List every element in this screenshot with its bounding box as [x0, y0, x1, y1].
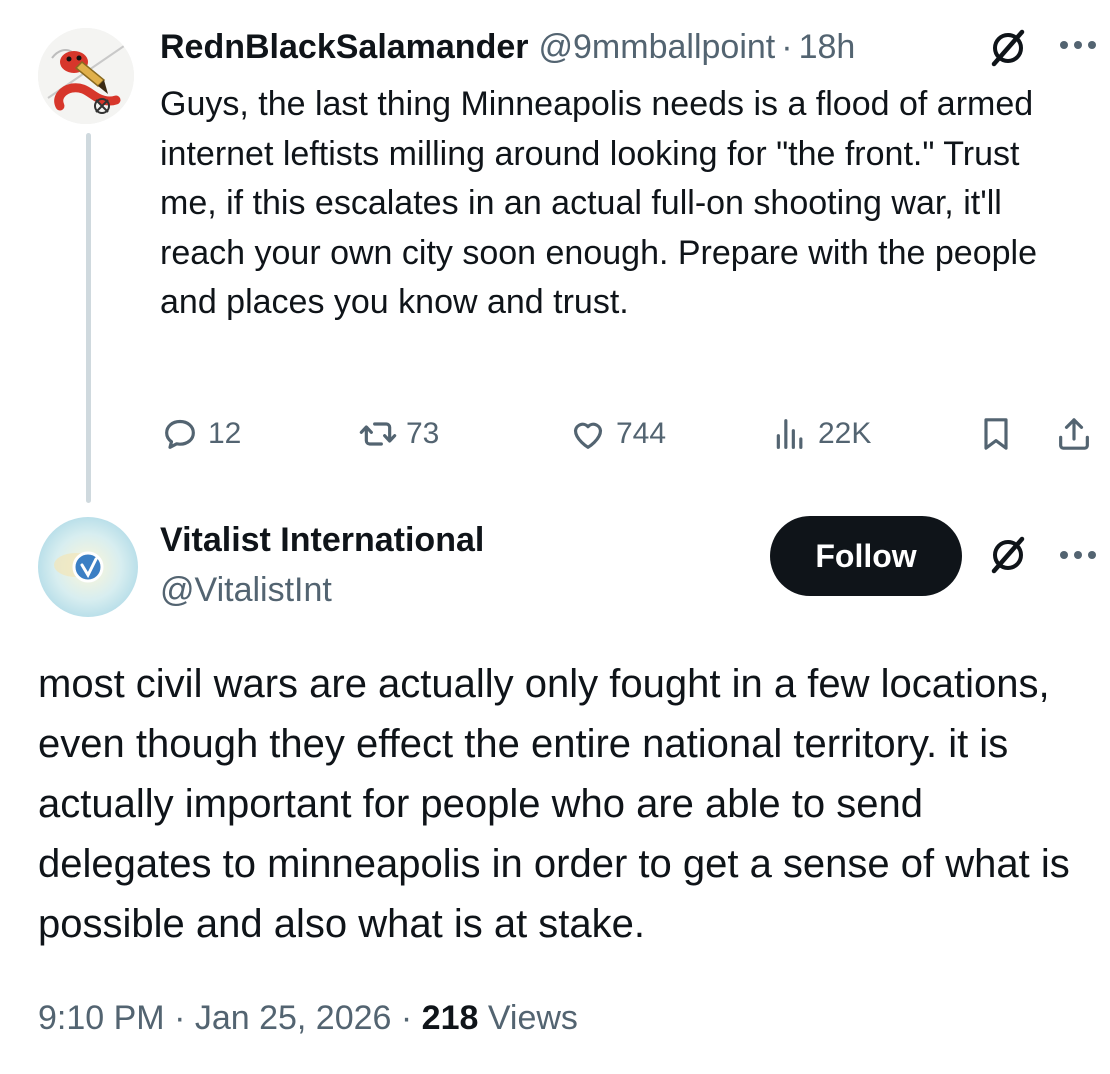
tweet-views-count: 218 [421, 999, 479, 1037]
more-icon[interactable] [1056, 34, 1100, 56]
avatar-rednblacksalamander[interactable] [38, 28, 134, 124]
main-display-name[interactable]: Vitalist International [160, 518, 484, 562]
like-button[interactable]: 744 [568, 412, 666, 456]
thread-connector-line [86, 133, 91, 503]
vitalist-avatar-image [38, 517, 138, 617]
reply-icon [165, 419, 195, 449]
main-tweet-text: most civil wars are actually only fought… [38, 662, 1070, 946]
views-count: 22K [818, 417, 872, 450]
parent-handle[interactable]: @9mmballpoint [539, 28, 776, 67]
repost-count: 73 [406, 417, 440, 450]
parent-action-bar: 12 73 744 22K [160, 412, 1100, 456]
tweet-views-label: Views [478, 999, 578, 1037]
reply-button[interactable]: 12 [160, 412, 241, 456]
repost-icon [359, 422, 397, 446]
follow-button[interactable]: Follow [770, 516, 962, 596]
bookmark-button[interactable] [976, 412, 1016, 456]
share-button[interactable] [1054, 412, 1094, 456]
header-separator: · [781, 28, 793, 66]
views-button[interactable]: 22K [770, 412, 871, 456]
share-icon [1059, 418, 1089, 450]
like-icon [573, 422, 603, 449]
parent-tweet-text: Guys, the last thing Minneapolis needs i… [160, 85, 1037, 322]
parent-timestamp[interactable]: 18h [799, 28, 856, 67]
more-icon[interactable] [1056, 544, 1100, 566]
tweet-meta: 9:10 PM · Jan 25, 2026 · 218 Views [38, 996, 578, 1040]
grok-icon[interactable] [986, 533, 1030, 577]
repost-button[interactable]: 73 [358, 412, 439, 456]
parent-display-name[interactable]: RednBlackSalamander [160, 28, 529, 67]
avatar-vitalistint[interactable] [38, 517, 138, 617]
tweet-timestamp[interactable]: 9:10 PM · Jan 25, 2026 · [38, 999, 422, 1037]
bookmark-icon [984, 418, 1008, 450]
views-icon [776, 419, 803, 449]
main-handle[interactable]: @VitalistInt [160, 568, 332, 612]
salamander-avatar-image [38, 28, 134, 124]
reply-count: 12 [208, 417, 242, 450]
parent-tweet-header: RednBlackSalamander @9mmballpoint · 18h [160, 28, 855, 68]
grok-icon[interactable] [986, 26, 1030, 70]
like-count: 744 [616, 417, 667, 450]
